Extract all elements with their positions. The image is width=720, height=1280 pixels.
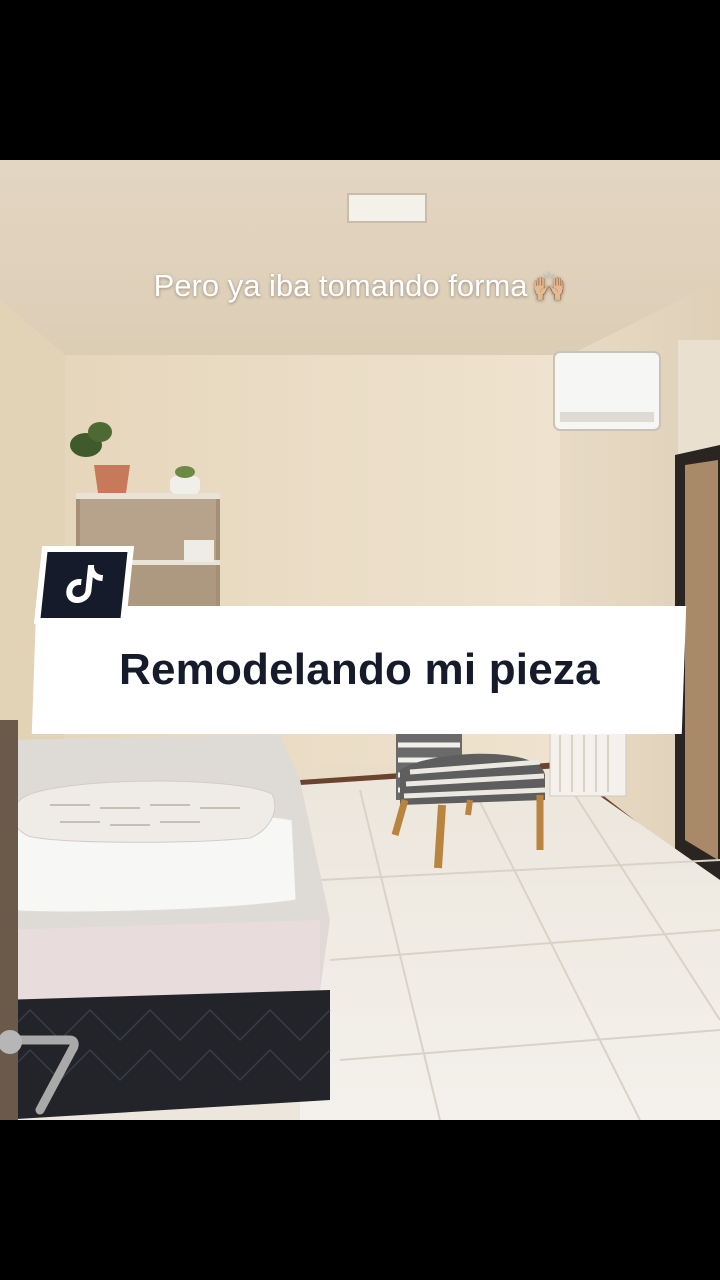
video-caption: Pero ya iba tomando forma 🙌🏼 bbox=[0, 268, 720, 304]
title-banner: Remodelando mi pieza bbox=[31, 606, 687, 734]
bed bbox=[0, 735, 331, 1120]
door-edge bbox=[0, 720, 18, 1120]
window-glass bbox=[685, 460, 718, 860]
tiktok-logo-icon bbox=[61, 561, 106, 610]
caption-text: Pero ya iba tomando forma bbox=[153, 268, 528, 303]
tiktok-badge[interactable] bbox=[33, 546, 135, 624]
video-frame[interactable]: Pero ya iba tomando forma 🙌🏼 Remodelando … bbox=[0, 160, 720, 1120]
radiator bbox=[549, 729, 627, 797]
ceiling-light bbox=[347, 193, 427, 223]
ceiling bbox=[0, 160, 720, 360]
plant-pot bbox=[94, 465, 130, 493]
curtain bbox=[678, 340, 720, 460]
banner-title: Remodelando mi pieza bbox=[118, 645, 600, 694]
raising-hands-emoji: 🙌🏼 bbox=[531, 270, 567, 303]
